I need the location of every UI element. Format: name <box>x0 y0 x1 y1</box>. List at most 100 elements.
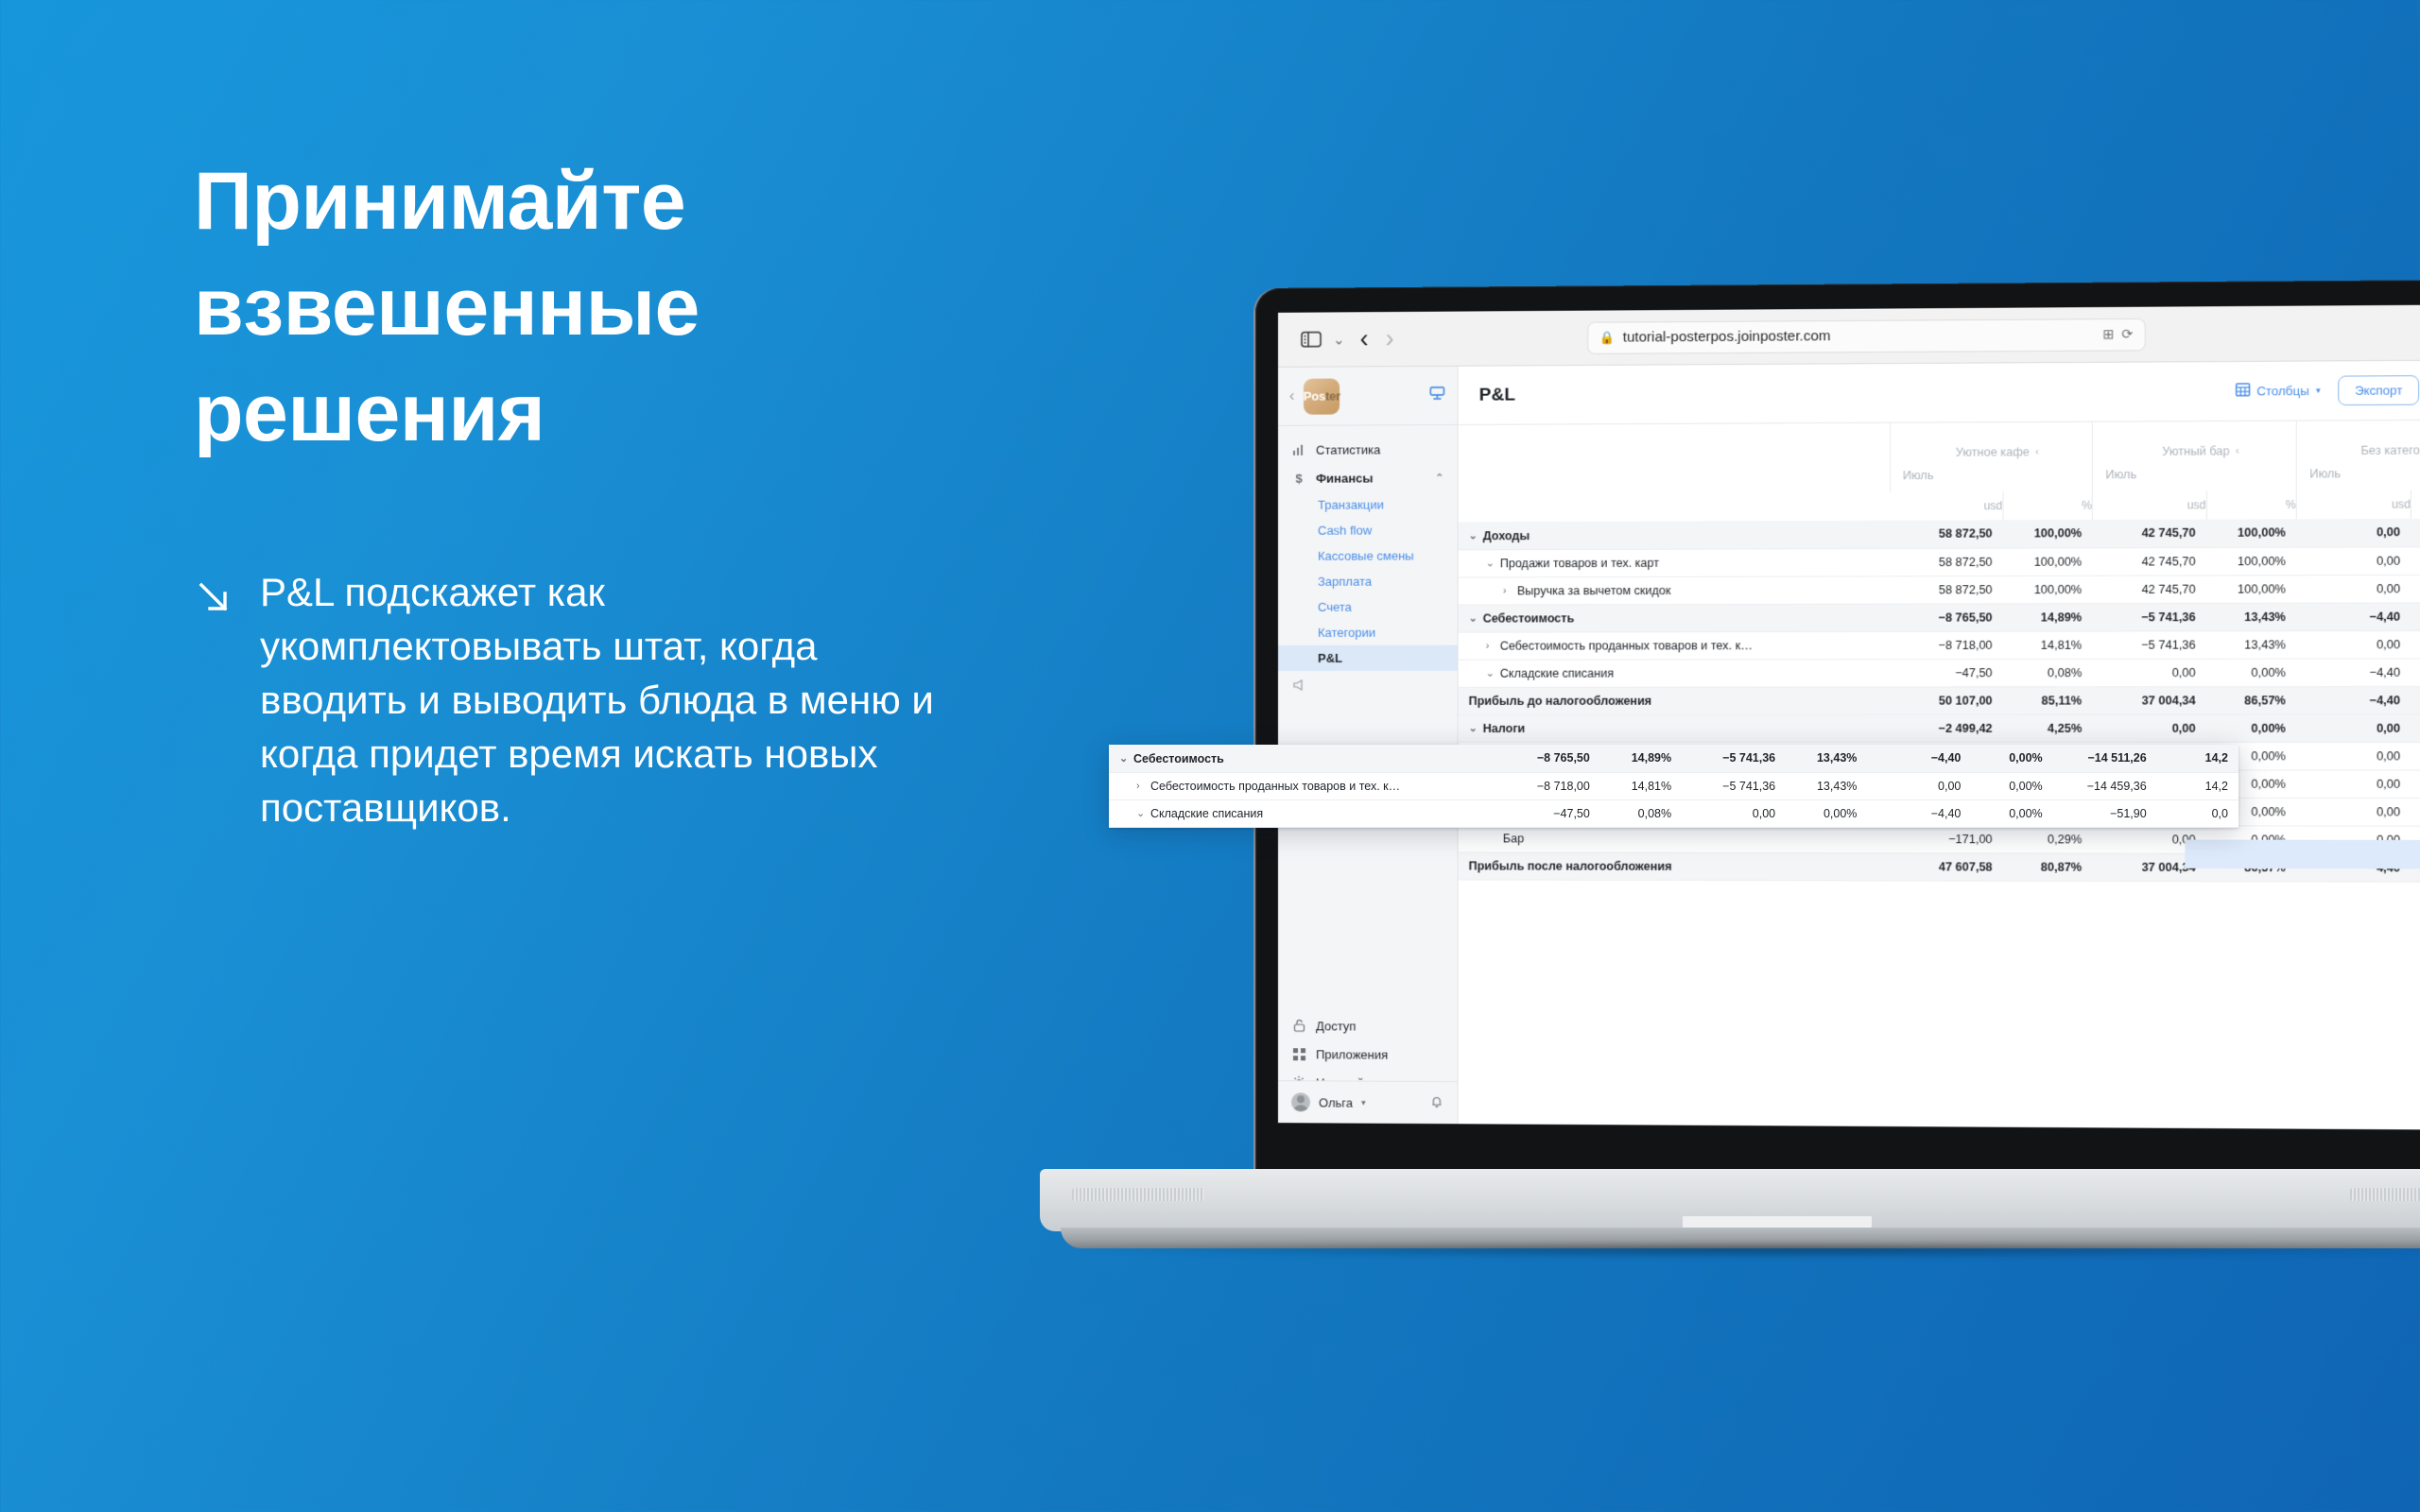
dollar-icon: $ <box>1295 471 1303 486</box>
value-pct-cell: 0,00% <box>2411 713 2420 743</box>
overlay-row[interactable]: › Себестоимость проданных товаров и тех. … <box>1109 772 2238 800</box>
row-label-cell: › Выручка за вычетом скидок <box>1458 576 1891 605</box>
value-pct-cell: 0,29% <box>2002 825 2093 853</box>
content-header: P&L Столбцы ▾ Экспорт <box>1458 360 2420 425</box>
sidebar-item-transactions[interactable]: Транзакции <box>1278 491 1458 518</box>
chevron-down-icon[interactable]: ⌄ <box>1469 722 1478 734</box>
column-group-2[interactable]: Без категории‹ <box>2296 420 2420 458</box>
overlay-row[interactable]: ⌄ Себестоимость −8 765,50 14,89% −5 741,36 13… <box>1109 745 2238 773</box>
columns-button[interactable]: Столбцы ▾ <box>2236 383 2321 400</box>
column-group-0[interactable]: Уютное кафе ‹ <box>1890 421 2093 460</box>
sidebar-item-pl[interactable]: P&L <box>1277 644 1458 671</box>
chevron-left-icon[interactable]: ‹ <box>1289 387 1294 404</box>
chevron-down-icon[interactable]: ⌄ <box>1119 752 1128 765</box>
sidebar-footer: Ольга ▾ <box>1277 1080 1458 1125</box>
chevron-down-icon[interactable]: ⌄ <box>1136 807 1145 819</box>
row-label: Доходы <box>1482 528 1530 542</box>
chevron-down-icon[interactable]: ⌄ <box>1469 612 1478 625</box>
back-button[interactable]: ‹ <box>1360 324 1369 352</box>
sidebar-item-marketing[interactable] <box>1278 671 1458 699</box>
value-usd-cell: −5 741,36 <box>1682 772 1787 800</box>
poster-logo[interactable]: Pos ter <box>1304 377 1340 415</box>
value-usd-cell: −8 765,50 <box>1890 603 2003 631</box>
user-menu[interactable]: Ольга ▾ <box>1278 1081 1458 1124</box>
lock-open-icon <box>1291 1018 1306 1033</box>
value-usd-cell: 42 745,70 <box>2092 575 2207 604</box>
chevron-left-icon[interactable]: ‹ <box>2035 446 2039 457</box>
table-row[interactable]: Прибыль до налогообложения 50 107,00 85,11… <box>1458 685 2420 714</box>
value-usd-cell: 42 745,70 <box>2092 519 2207 548</box>
cost-of-goods-overlay-panel[interactable]: ⌄ Себестоимость −8 765,50 14,89% −5 741,36 13… <box>1109 745 2238 828</box>
value-usd-cell: −5 741,36 <box>2092 630 2207 659</box>
value-pct-cell: 13,43% <box>1786 745 1868 773</box>
sidebar-item-accounts[interactable]: Счета <box>1278 594 1458 620</box>
sidebar-item-payroll[interactable]: Зарплата <box>1278 568 1458 594</box>
sidebar-item-settings[interactable]: Настройки <box>1278 1068 1458 1082</box>
chevron-down-icon[interactable]: ⌄ <box>1469 529 1478 541</box>
speaker-right <box>2350 1188 2420 1201</box>
value-pct-cell: 100,00% <box>2002 547 2093 576</box>
user-name: Ольга <box>1319 1094 1354 1110</box>
chevron-down-icon[interactable]: ⌄ <box>1486 558 1495 570</box>
address-bar[interactable]: 🔒 tutorial-posterpos.joinposter.com ⊞ ⟳ <box>1587 318 2146 354</box>
sidebar-item-label: Доступ <box>1316 1018 1357 1033</box>
apps-grid-icon <box>1291 1046 1306 1061</box>
column-group-1[interactable]: Уютный бар ‹ <box>2092 421 2297 459</box>
pos-terminal-icon[interactable] <box>1428 385 1445 406</box>
sidebar-item-apps[interactable]: Приложения <box>1278 1040 1458 1069</box>
value-pct-cell: 0,00% <box>2411 629 2420 659</box>
sidebar-item-categories[interactable]: Категории <box>1278 620 1458 645</box>
value-usd-cell: 0,00 <box>1867 772 1972 800</box>
row-label-cell: › Себестоимость проданных товаров и тех. … <box>1109 772 1496 800</box>
promo-paragraph: P&L подскажет как укомплектовывать штат,… <box>260 570 934 831</box>
table-row[interactable]: ⌄Налоги−2 499,424,25%0,000,00%0,000,00% <box>1458 713 2420 743</box>
speaker-left <box>1072 1188 1204 1201</box>
chevron-right-icon[interactable]: › <box>1503 585 1512 596</box>
table-row[interactable]: › Выручка за вычетом скидок 58 872,50 100,0… <box>1458 574 2420 605</box>
forward-button[interactable]: › <box>1386 324 1394 352</box>
value-pct-cell: 0,00% <box>1971 799 2053 828</box>
unit-pct-2: % <box>2411 489 2420 519</box>
bell-icon[interactable] <box>1429 1094 1443 1111</box>
sidebar-item-finances[interactable]: $ Финансы ⌃ <box>1278 463 1458 492</box>
table-row[interactable]: ⌄ Продажи товаров и тех. карт 58 872,50 100… <box>1458 545 2420 577</box>
chevron-right-icon[interactable]: › <box>1136 781 1145 792</box>
chevron-down-icon[interactable]: ⌄ <box>1333 331 1345 348</box>
value-pct-cell: 0,00% <box>1971 745 2053 773</box>
chevron-left-icon[interactable]: ‹ <box>2236 445 2239 456</box>
reload-icon[interactable]: ⟳ <box>2121 326 2133 342</box>
sidebar-item-statistics[interactable]: Статистика <box>1278 435 1458 464</box>
value-pct-cell: 14,81% <box>2002 630 2093 660</box>
columns-button-label: Столбцы <box>2256 383 2309 399</box>
value-usd-cell: 0,00 <box>2296 574 2411 603</box>
value-usd-cell: −2 499,42 <box>1890 713 2003 743</box>
period-cell-0: Июль <box>1890 458 2093 492</box>
sidebar-item-cashflow[interactable]: Cash flow <box>1278 517 1458 543</box>
sidebar-item-label: Финансы <box>1316 470 1374 486</box>
chevron-down-icon[interactable]: ⌄ <box>1486 667 1495 679</box>
table-row[interactable]: › Себестоимость проданных товаров и тех. … <box>1458 629 2420 660</box>
row-label: Налоги <box>1482 721 1526 735</box>
value-usd-cell: −5 741,36 <box>1682 745 1787 773</box>
value-usd-cell: 0,00 <box>2296 769 2411 799</box>
table-columns-icon <box>2236 383 2250 399</box>
sidebar-item-access[interactable]: Доступ <box>1278 1011 1458 1040</box>
promo-body: P&L подскажет как укомплектовывать штат,… <box>194 565 1205 835</box>
value-usd-cell: 47 607,58 <box>1890 852 2003 881</box>
value-pct-cell: 0,00% <box>2411 574 2420 603</box>
table-row[interactable]: ⌄ Доходы 58 872,50 100,00% 42 745,70 100,00% 0… <box>1458 518 2420 550</box>
row-label-cell: ⌄ Себестоимость <box>1109 745 1496 773</box>
spacer-cell <box>1459 423 1891 461</box>
value-pct-cell: 0,00% <box>2206 658 2297 687</box>
sidebar-toggle-icon[interactable] <box>1297 329 1325 350</box>
row-label: Прибыль до налогообложения <box>1468 694 1652 708</box>
translate-icon[interactable]: ⊞ <box>2102 326 2114 342</box>
value-pct-cell: 13,43% <box>2206 630 2297 659</box>
overlay-row[interactable]: ⌄ Складские списания −47,50 0,08% 0,00 0,00% −… <box>1109 799 2238 828</box>
row-label-cell: › Себестоимость проданных товаров и тех. … <box>1458 630 1891 660</box>
chevron-right-icon[interactable]: › <box>1486 641 1495 652</box>
sidebar-item-cash-shifts[interactable]: Кассовые смены <box>1278 542 1458 569</box>
export-button[interactable]: Экспорт <box>2338 375 2420 406</box>
table-row[interactable]: ⌄ Складские списания −47,50 0,08% 0,00 0,00% −… <box>1458 658 2420 687</box>
table-row[interactable]: ⌄ Себестоимость −8 765,50 14,89% −5 741,36 13… <box>1458 602 2420 632</box>
